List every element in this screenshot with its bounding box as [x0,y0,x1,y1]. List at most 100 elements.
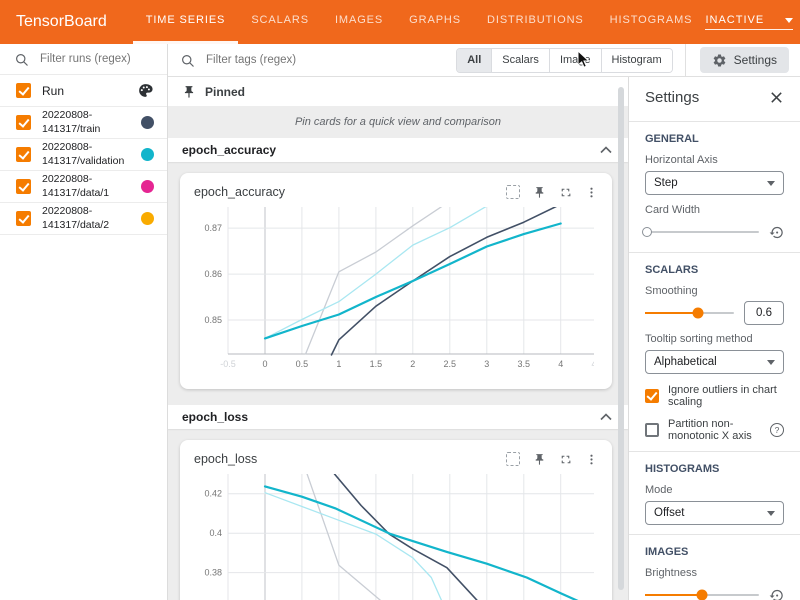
partition-x-row: Partition non-monotonic X axis ? [645,418,784,442]
palette-icon [137,82,154,99]
run-row-1[interactable]: 20220808-141317/validation [0,139,167,171]
fullscreen-icon[interactable] [559,186,572,199]
section-epoch-accuracy[interactable]: epoch_accuracy [168,138,628,162]
tab-distributions[interactable]: DISTRIBUTIONS [474,0,597,44]
epoch-loss-card: epoch_loss [180,440,612,600]
toolbar-divider [685,44,686,76]
tab-images[interactable]: IMAGES [322,0,396,44]
svg-text:2.5: 2.5 [444,359,457,369]
filter-scalars[interactable]: Scalars [491,49,549,72]
more-options-icon[interactable] [585,453,598,466]
runs-filter [0,44,167,75]
search-icon [14,52,29,67]
settings-panel: Settings GENERAL Horizontal Axis Step Ca… [628,77,800,600]
run-label: 20220808-141317/data/2 [42,205,124,232]
svg-text:0.42: 0.42 [204,489,222,499]
run-checkbox[interactable] [16,115,31,130]
pinned-header: Pinned [168,77,628,106]
tag-type-filter-group: AllScalarsImageHistogram [456,48,672,73]
brightness-label: Brightness [645,567,784,579]
ignore-outliers-row: Ignore outliers in chart scaling [645,384,784,408]
filter-all[interactable]: All [457,49,491,72]
filter-histogram[interactable]: Histogram [601,49,672,72]
run-color-dot [141,212,154,225]
svg-text:2: 2 [410,359,415,369]
horizontal-axis-select[interactable]: Step [645,171,784,195]
card-title: epoch_loss [194,452,257,466]
run-color-dot [141,116,154,129]
runs-column-label: Run [42,84,64,98]
run-color-dot [141,180,154,193]
svg-text:1: 1 [336,359,341,369]
ignore-outliers-checkbox[interactable] [645,389,659,403]
help-icon[interactable]: ? [770,423,784,437]
smoothing-slider[interactable] [645,312,734,314]
more-options-icon[interactable] [585,186,598,199]
run-row-3[interactable]: 20220808-141317/data/2 [0,203,167,235]
histogram-mode-select[interactable]: Offset [645,501,784,525]
svg-text:0: 0 [262,359,267,369]
fit-domain-icon[interactable] [506,185,520,199]
svg-text:3.5: 3.5 [518,359,531,369]
run-label: 20220808-141317/data/1 [42,173,124,200]
partition-x-checkbox[interactable] [645,423,659,437]
run-checkbox[interactable] [16,179,31,194]
chevron-up-icon[interactable] [600,413,612,421]
svg-text:0.85: 0.85 [204,315,222,325]
horizontal-axis-label: Horizontal Axis [645,154,784,166]
settings-panel-title: Settings [645,89,699,106]
fit-domain-icon[interactable] [506,452,520,466]
tab-scalars[interactable]: SCALARS [238,0,322,44]
nav-tabs: TIME SERIESSCALARSIMAGESGRAPHSDISTRIBUTI… [133,0,706,44]
section-epoch-loss[interactable]: epoch_loss [168,405,628,429]
svg-text:-0.5: -0.5 [220,359,236,369]
filter-tags-input[interactable] [204,53,408,67]
smoothing-label: Smoothing [645,285,784,297]
runs-sidebar: Run 20220808-141317/train20220808-141317… [0,44,168,600]
tab-graphs[interactable]: GRAPHS [396,0,474,44]
chevron-down-icon [767,360,775,365]
reset-icon[interactable] [769,225,784,240]
svg-text:4.5: 4.5 [591,359,594,369]
app-logo: TensorBoard [0,0,133,44]
fullscreen-icon[interactable] [559,453,572,466]
app-header: TensorBoard TIME SERIESSCALARSIMAGESGRAP… [0,0,800,44]
epoch-loss-chart[interactable]: 0.360.380.40.42 [194,474,602,600]
pin-card-icon[interactable] [533,186,546,199]
settings-button[interactable]: Settings [700,47,789,73]
card-width-slider[interactable] [645,231,759,233]
cards-scroll-area: Pinned Pin cards for a quick view and co… [168,77,628,600]
run-row-2[interactable]: 20220808-141317/data/1 [0,171,167,203]
vertical-scrollbar[interactable] [618,87,624,590]
select-all-runs-checkbox[interactable] [16,83,31,98]
run-row-0[interactable]: 20220808-141317/train [0,107,167,139]
tooltip-sorting-select[interactable]: Alphabetical [645,350,784,374]
epoch-accuracy-card: epoch_accuracy [180,173,612,389]
close-icon[interactable] [769,90,784,105]
pinned-hint: Pin cards for a quick view and compariso… [168,106,628,138]
chevron-down-icon [767,511,775,516]
filter-runs-input[interactable] [38,52,150,66]
run-checkbox[interactable] [16,147,31,162]
settings-button-label: Settings [734,53,777,67]
tags-filter [180,53,456,68]
gear-icon [712,53,727,68]
header-actions: INACTIVE ? [705,0,800,44]
smoothing-value-input[interactable]: 0.6 [744,301,784,325]
chevron-up-icon[interactable] [600,146,612,154]
epoch-accuracy-chart[interactable]: -0.500.511.522.533.544.50.850.860.87 [194,207,602,377]
pin-card-icon[interactable] [533,453,546,466]
brightness-slider[interactable] [645,594,759,596]
run-label: 20220808-141317/train [42,109,124,136]
histograms-heading: HISTOGRAMS [645,463,784,475]
runs-list: 20220808-141317/train 20220808-141317/val… [0,107,167,235]
filter-image[interactable]: Image [549,49,601,72]
status-dropdown[interactable]: INACTIVE [705,14,793,30]
reset-icon[interactable] [769,588,784,600]
tab-time-series[interactable]: TIME SERIES [133,0,239,44]
pinned-title: Pinned [205,85,245,99]
run-checkbox[interactable] [16,211,31,226]
tab-histograms[interactable]: HISTOGRAMS [597,0,706,44]
svg-text:3: 3 [484,359,489,369]
svg-text:0.86: 0.86 [204,269,222,279]
